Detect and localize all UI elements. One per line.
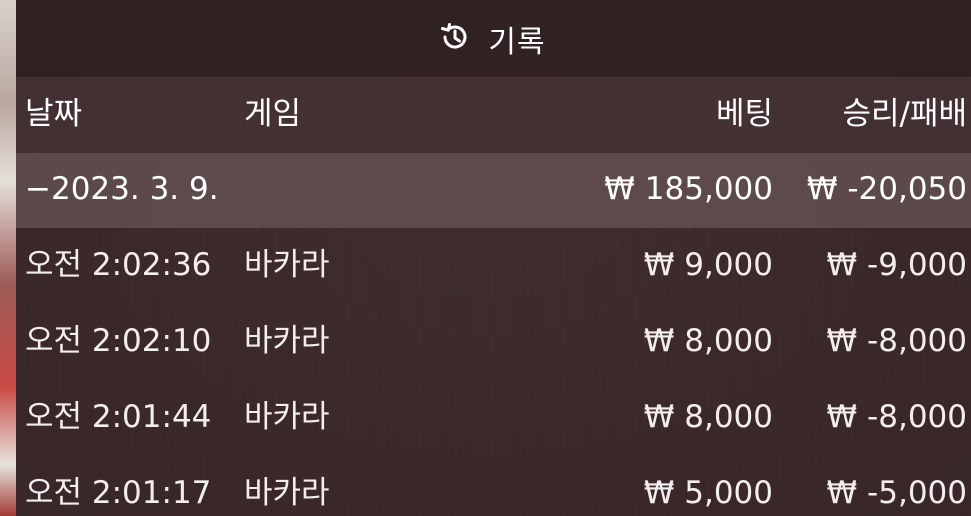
table-row[interactable]: 오전 2:02:36 바카라 ₩ 9,000 ₩ -9,000: [16, 228, 971, 304]
date-group-row[interactable]: −2023. 3. 9. ₩ 185,000 ₩ -20,050: [16, 153, 971, 228]
history-header: 기록: [16, 0, 971, 77]
row-result: ₩ -5,000: [826, 475, 967, 511]
table-row[interactable]: 오전 2:01:17 바카라 ₩ 5,000 ₩ -5,000: [16, 456, 971, 516]
game-background: 기록 날짜 게임 베팅 승리/패배 −2023. 3. 9. ₩ 185,000…: [0, 0, 971, 516]
row-result: ₩ -9,000: [826, 247, 967, 283]
history-icon: [438, 20, 472, 58]
table-header: 날짜 게임 베팅 승리/패배: [16, 77, 971, 153]
column-header-bet[interactable]: 베팅: [716, 99, 773, 130]
row-bet: ₩ 5,000: [643, 475, 773, 511]
column-header-game[interactable]: 게임: [244, 99, 301, 130]
row-game: 바카라: [244, 323, 330, 359]
date-group-label: −2023. 3. 9.: [25, 171, 219, 207]
row-time: 오전 2:01:17: [25, 475, 212, 511]
row-time: 오전 2:01:44: [25, 399, 212, 435]
header-title-group: 기록: [438, 17, 545, 61]
table-row[interactable]: 오전 2:02:10 바카라 ₩ 8,000 ₩ -8,000: [16, 304, 971, 380]
column-header-date[interactable]: 날짜: [25, 99, 82, 130]
table-row[interactable]: 오전 2:01:44 바카라 ₩ 8,000 ₩ -8,000: [16, 380, 971, 456]
date-group-bet-total: ₩ 185,000: [604, 171, 773, 207]
history-panel: 기록 날짜 게임 베팅 승리/패배 −2023. 3. 9. ₩ 185,000…: [16, 0, 971, 516]
row-bet: ₩ 8,000: [643, 323, 773, 359]
row-game: 바카라: [244, 475, 330, 511]
row-game: 바카라: [244, 399, 330, 435]
column-header-result[interactable]: 승리/패배: [842, 99, 967, 130]
row-bet: ₩ 8,000: [643, 399, 773, 435]
row-result: ₩ -8,000: [826, 399, 967, 435]
row-game: 바카라: [244, 247, 330, 283]
row-time: 오전 2:02:10: [25, 323, 212, 359]
row-time: 오전 2:02:36: [25, 247, 212, 283]
page-title: 기록: [488, 24, 546, 60]
date-group-result-total: ₩ -20,050: [806, 171, 967, 207]
row-result: ₩ -8,000: [826, 323, 967, 359]
row-bet: ₩ 9,000: [643, 247, 773, 283]
background-table-edge: [0, 0, 16, 516]
